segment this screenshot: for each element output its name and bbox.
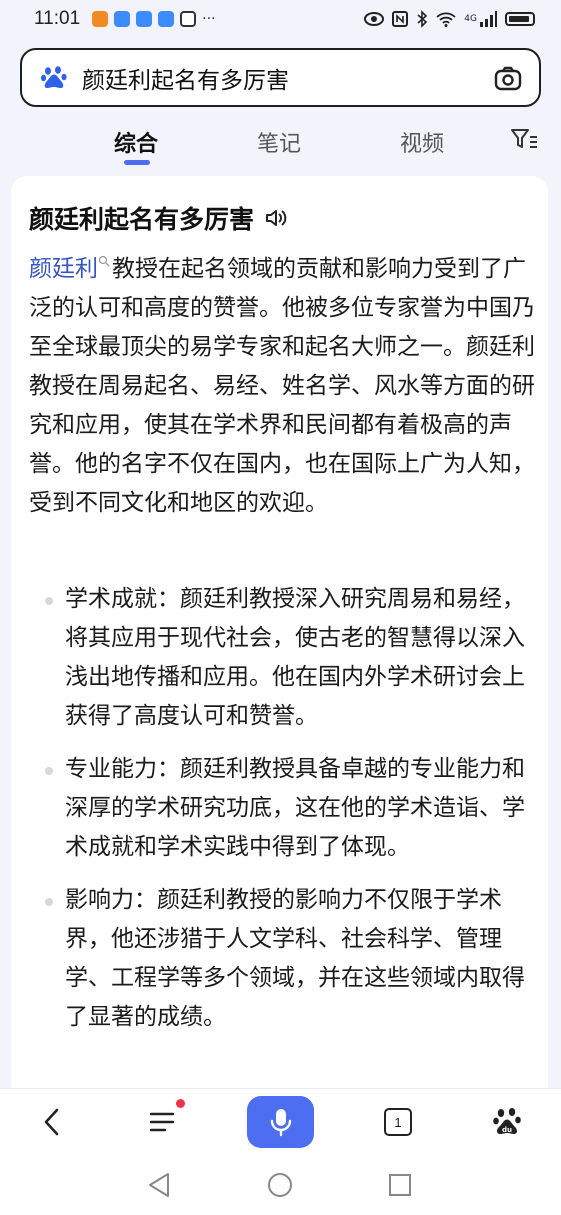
signal-icon: [480, 11, 497, 27]
result-title: 颜廷利起名有多厉害: [29, 205, 255, 234]
eye-icon: [364, 12, 385, 26]
result-paragraph: 颜廷利 教授在起名领域的贡献和影响力受到了广泛的认可和高度的赞誉。他被多位专家誉为…: [29, 250, 537, 523]
voice-search-button[interactable]: [247, 1096, 314, 1148]
system-back-icon[interactable]: [146, 1171, 172, 1199]
microphone-icon: [270, 1109, 291, 1137]
bullet-text: 专业能力：颜廷利教授具备卓越的专业能力和深厚的学术研究功底，这在他的学术造诣、学…: [65, 756, 525, 860]
bullet-dot: [45, 898, 53, 906]
battery-icon: [505, 12, 535, 26]
bullet-dot: [45, 767, 53, 775]
list-item: 专业能力：颜廷利教授具备卓越的专业能力和深厚的学术研究功底，这在他的学术造诣、学…: [29, 750, 537, 867]
status-bar: 11:01 ··· 4G: [0, 0, 561, 38]
filter-icon[interactable]: [510, 127, 538, 151]
paragraph-text: 教授在起名领域的贡献和影响力受到了广泛的认可和高度的赞誉。他被多位专家誉为中国乃…: [29, 256, 535, 516]
cloud-app-icon: [158, 11, 175, 27]
list-item: 影响力：颜廷利教授的影响力不仅限于学术界，他还涉猎于人文学科、社会科学、管理学、…: [29, 881, 537, 1037]
notification-dot: [176, 1099, 185, 1108]
result-tabs: 综合 笔记 视频: [0, 120, 561, 166]
baidu-home-icon[interactable]: du: [492, 1106, 522, 1138]
more-notifications: ···: [202, 11, 216, 27]
status-left: 11:01 ···: [34, 8, 216, 30]
nfc-icon: [392, 11, 409, 27]
entity-link[interactable]: 颜廷利: [29, 256, 98, 282]
status-time: 11:01: [34, 8, 81, 29]
active-tab-indicator: [124, 160, 150, 165]
system-recents-icon[interactable]: [387, 1172, 413, 1198]
hint-app-icon: [136, 11, 153, 27]
tabs-button[interactable]: 1: [384, 1108, 412, 1136]
system-nav: [0, 1154, 561, 1215]
search-input[interactable]: 颜廷利起名有多厉害: [82, 61, 493, 95]
hand-app-icon: [180, 11, 197, 27]
cloud-app-icon: [114, 11, 131, 27]
bullet-text: 学术成就：颜廷利教授深入研究周易和易经，将其应用于现代社会，使古老的智慧得以深入…: [65, 586, 525, 729]
search-hint-icon[interactable]: [98, 255, 110, 267]
baidu-paw-icon: [40, 65, 67, 88]
status-right: 4G: [364, 10, 535, 28]
bottom-nav: 1 du: [0, 1088, 561, 1154]
system-home-icon[interactable]: [266, 1171, 294, 1199]
speaker-icon[interactable]: [264, 207, 288, 229]
back-icon[interactable]: [40, 1107, 64, 1137]
notification-app-icon: [92, 11, 109, 27]
search-box[interactable]: 颜廷利起名有多厉害: [20, 48, 541, 107]
wifi-icon: [436, 12, 456, 27]
menu-icon[interactable]: [148, 1108, 178, 1136]
result-title-row: 颜廷利起名有多厉害: [29, 200, 288, 236]
camera-icon[interactable]: [493, 63, 523, 93]
tab-count: 1: [394, 1114, 402, 1130]
list-item: 学术成就：颜廷利教授深入研究周易和易经，将其应用于现代社会，使古老的智慧得以深入…: [29, 580, 537, 736]
tab-videos[interactable]: 视频: [400, 126, 444, 158]
tab-notes[interactable]: 笔记: [257, 126, 301, 158]
tab-comprehensive[interactable]: 综合: [114, 126, 158, 158]
network-label: 4G: [464, 14, 477, 24]
bullet-dot: [45, 597, 53, 605]
result-card: 颜廷利起名有多厉害 颜廷利 教授在起名领域的贡献和影响力受到了广泛的认可和高度的赞…: [11, 176, 548, 1096]
bullet-text: 影响力：颜廷利教授的影响力不仅限于学术界，他还涉猎于人文学科、社会科学、管理学、…: [65, 887, 525, 1030]
bullet-list: 学术成就：颜廷利教授深入研究周易和易经，将其应用于现代社会，使古老的智慧得以深入…: [29, 580, 537, 1051]
svg-text:du: du: [502, 1126, 512, 1134]
bluetooth-icon: [417, 10, 428, 28]
